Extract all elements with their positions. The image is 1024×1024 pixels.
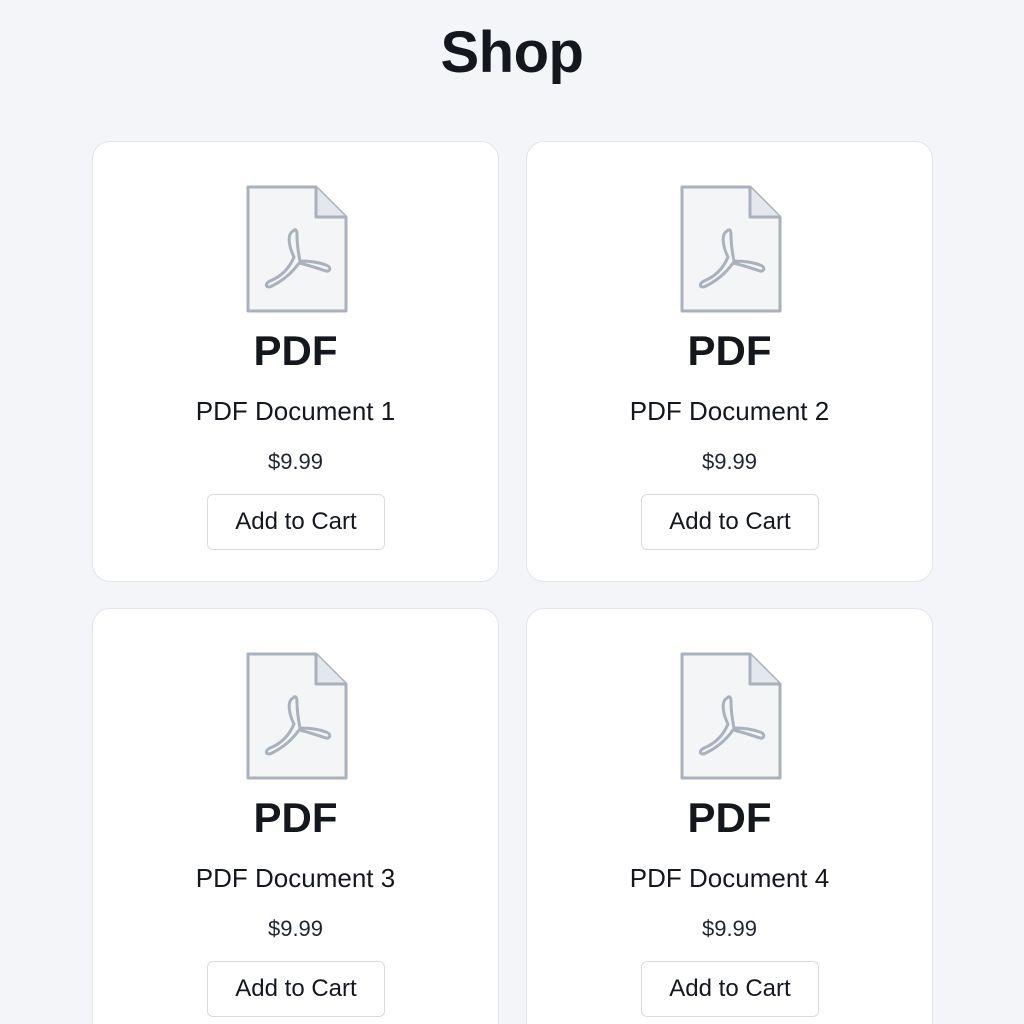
pdf-file-icon [680,185,782,313]
product-name: PDF Document 1 [195,396,396,426]
add-to-cart-button[interactable]: Add to Cart [641,961,819,1017]
product-name: PDF Document 4 [629,863,830,893]
file-type-label: PDF [253,794,338,841]
add-to-cart-button[interactable]: Add to Cart [207,961,385,1017]
product-price: $9.99 [701,916,758,941]
product-card: PDF PDF Document 2 $9.99 Add to Cart [526,141,933,582]
product-grid: PDF PDF Document 1 $9.99 Add to Cart PDF… [92,141,933,1024]
add-to-cart-button[interactable]: Add to Cart [207,494,385,550]
shop-page: Shop PDF PDF Document 1 $9.99 Add to Car… [0,0,1024,1024]
product-price: $9.99 [267,449,324,474]
file-type-label: PDF [687,794,772,841]
file-type-label: PDF [253,327,338,374]
file-type-label: PDF [687,327,772,374]
pdf-file-icon [246,652,348,780]
product-name: PDF Document 3 [195,863,396,893]
product-card: PDF PDF Document 1 $9.99 Add to Cart [92,141,499,582]
product-name: PDF Document 2 [629,396,830,426]
pdf-file-icon [246,185,348,313]
add-to-cart-button[interactable]: Add to Cart [641,494,819,550]
pdf-file-icon [680,652,782,780]
product-card: PDF PDF Document 3 $9.99 Add to Cart [92,608,499,1024]
product-price: $9.99 [267,916,324,941]
product-price: $9.99 [701,449,758,474]
page-title: Shop [440,20,584,85]
product-card: PDF PDF Document 4 $9.99 Add to Cart [526,608,933,1024]
